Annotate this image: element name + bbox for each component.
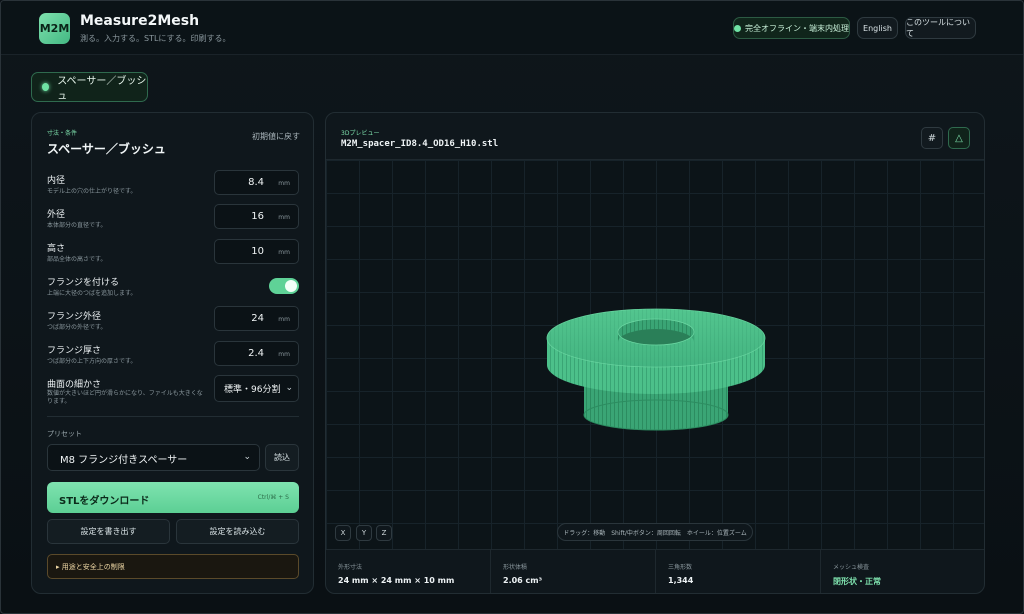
stat-label: 外形寸法 — [338, 564, 363, 571]
flange-thickness-label: フランジ厚さ — [47, 346, 102, 356]
export-settings-button[interactable]: 設定を書き出す — [47, 519, 170, 544]
mode-tab-label: スペーサー／ブッシュ — [57, 76, 147, 102]
preset-label: プリセット — [47, 430, 82, 438]
resolution-value: 標準・96分割 — [224, 385, 281, 395]
stat-value: 1,344 — [668, 576, 694, 585]
chevron-down-icon: ⌄ — [243, 452, 251, 462]
app-title: Measure2Mesh — [80, 13, 200, 29]
outer-diameter-help: 本体部分の直径です。 — [47, 222, 107, 229]
preset-select[interactable]: M8 フランジ付きスペーサー ⌄ — [47, 444, 260, 471]
stat-value: 2.06 cm³ — [503, 576, 543, 585]
model-stats: 外形寸法 24 mm × 24 mm × 10 mm 形状体積 2.06 cm³… — [326, 549, 984, 593]
section-label: 寸法・条件 — [47, 130, 78, 137]
stat-value: 24 mm × 24 mm × 10 mm — [338, 576, 455, 585]
grid-toggle-button[interactable]: # — [921, 127, 943, 149]
stat-value: 閉形状・正常 — [833, 577, 881, 586]
spacer-model — [546, 308, 766, 431]
stat-triangles: 三角形数 1,344 — [656, 550, 821, 593]
axis-x-button[interactable]: X — [335, 525, 351, 541]
flange-toggle-help: 上端に大径のつばを追加します。 — [47, 290, 137, 297]
safety-notice-toggle[interactable]: ▸ 用途と安全上の制限 — [47, 554, 299, 579]
offline-badge-label: 完全オフライン・端末内処理 — [745, 23, 849, 33]
unit-label: mm — [278, 180, 290, 187]
height-help: 部品全体の高さです。 — [47, 256, 107, 263]
mode-tab-spacer[interactable]: スペーサー／ブッシュ — [31, 72, 148, 102]
status-dot-icon — [734, 24, 741, 32]
unit-label: mm — [278, 316, 290, 323]
divider — [47, 416, 299, 417]
unit-label: mm — [278, 351, 290, 358]
download-stl-button[interactable]: STLをダウンロード Ctrl/⌘ + S — [47, 482, 299, 513]
flange-diameter-value: 24 — [251, 313, 264, 324]
flange-diameter-label: フランジ外径 — [47, 312, 102, 322]
mode-dot-icon — [42, 83, 50, 91]
height-input[interactable]: 10 mm — [214, 239, 299, 264]
unit-label: mm — [278, 249, 290, 256]
height-value: 10 — [251, 246, 264, 257]
inner-diameter-input[interactable]: 8.4 mm — [214, 170, 299, 195]
toggle-knob — [285, 280, 297, 292]
app-subtitle: 測る。入力する。STLにする。印刷する。 — [80, 34, 231, 43]
controls-hint: ドラッグ：移動 Shift/中ボタン：周回回転 ホイール：位置ズーム — [557, 523, 753, 541]
3d-viewport[interactable] — [326, 159, 984, 549]
grid-icon: # — [927, 132, 937, 144]
flange-thickness-value: 2.4 — [248, 348, 264, 359]
preset-load-button[interactable]: 読込 — [265, 444, 299, 471]
stat-label: メッシュ検査 — [833, 564, 870, 571]
unit-label: mm — [278, 214, 290, 221]
about-button[interactable]: このツールについて — [905, 17, 976, 39]
outer-diameter-input[interactable]: 16 mm — [214, 204, 299, 229]
stat-label: 形状体積 — [503, 564, 528, 571]
stat-volume: 形状体積 2.06 cm³ — [491, 550, 656, 593]
height-label: 高さ — [47, 244, 66, 254]
language-button[interactable]: English — [857, 17, 898, 39]
safety-notice-label: 用途と安全上の制限 — [61, 563, 125, 571]
preview-panel: 3Dプレビュー M2M_spacer_ID8.4_OD16_H10.stl # … — [325, 112, 985, 594]
preview-filename: M2M_spacer_ID8.4_OD16_H10.stl — [341, 139, 499, 149]
flange-diameter-help: つば部分の外径です。 — [47, 324, 107, 331]
app-header: M2M Measure2Mesh 測る。入力する。STLにする。印刷する。 完全… — [1, 1, 1023, 55]
settings-panel: 寸法・条件 スペーサー／ブッシュ 初期値に戻す 内径 モデル上の穴の仕上がり径で… — [31, 112, 314, 594]
flange-thickness-input[interactable]: 2.4 mm — [214, 341, 299, 366]
preview-label: 3Dプレビュー — [341, 130, 380, 137]
stat-label: 三角形数 — [668, 564, 693, 571]
caret-right-icon: ▸ — [56, 563, 60, 571]
preset-value: M8 フランジ付きスペーサー — [60, 455, 188, 466]
flange-toggle-label: フランジを付ける — [47, 278, 120, 288]
flange-thickness-help: つば部分の上下方向の厚さです。 — [47, 358, 137, 365]
outer-diameter-value: 16 — [251, 211, 264, 222]
flange-diameter-input[interactable]: 24 mm — [214, 306, 299, 331]
inner-diameter-value: 8.4 — [248, 177, 264, 188]
chevron-down-icon: ⌄ — [283, 383, 293, 393]
triangle-icon: △ — [955, 132, 963, 144]
stat-mesh-check: メッシュ検査 閉形状・正常 — [821, 550, 984, 593]
panel-title: スペーサー／ブッシュ — [47, 142, 166, 156]
reset-button[interactable]: 初期値に戻す — [252, 131, 300, 142]
stat-dimensions: 外形寸法 24 mm × 24 mm × 10 mm — [326, 550, 491, 593]
resolution-select[interactable]: 標準・96分割 ⌄ — [214, 375, 299, 402]
axis-y-button[interactable]: Y — [356, 525, 372, 541]
resolution-help: 数値が大きいほど円が滑らかになり、ファイルも大きくなります。 — [47, 390, 203, 405]
outer-diameter-label: 外径 — [47, 210, 66, 220]
wireframe-toggle-button[interactable]: △ — [948, 127, 970, 149]
download-shortcut: Ctrl/⌘ + S — [257, 494, 289, 501]
offline-badge: 完全オフライン・端末内処理 — [733, 17, 850, 39]
inner-diameter-label: 内径 — [47, 176, 66, 186]
download-label: STLをダウンロード — [59, 496, 150, 507]
inner-diameter-help: モデル上の穴の仕上がり径です。 — [47, 188, 137, 195]
app-window: M2M Measure2Mesh 測る。入力する。STLにする。印刷する。 完全… — [0, 0, 1024, 614]
import-settings-button[interactable]: 設定を読み込む — [176, 519, 299, 544]
axis-z-button[interactable]: Z — [376, 525, 392, 541]
app-logo: M2M — [39, 13, 70, 44]
resolution-label: 曲面の細かさ — [47, 380, 102, 390]
flange-toggle[interactable] — [269, 278, 299, 294]
